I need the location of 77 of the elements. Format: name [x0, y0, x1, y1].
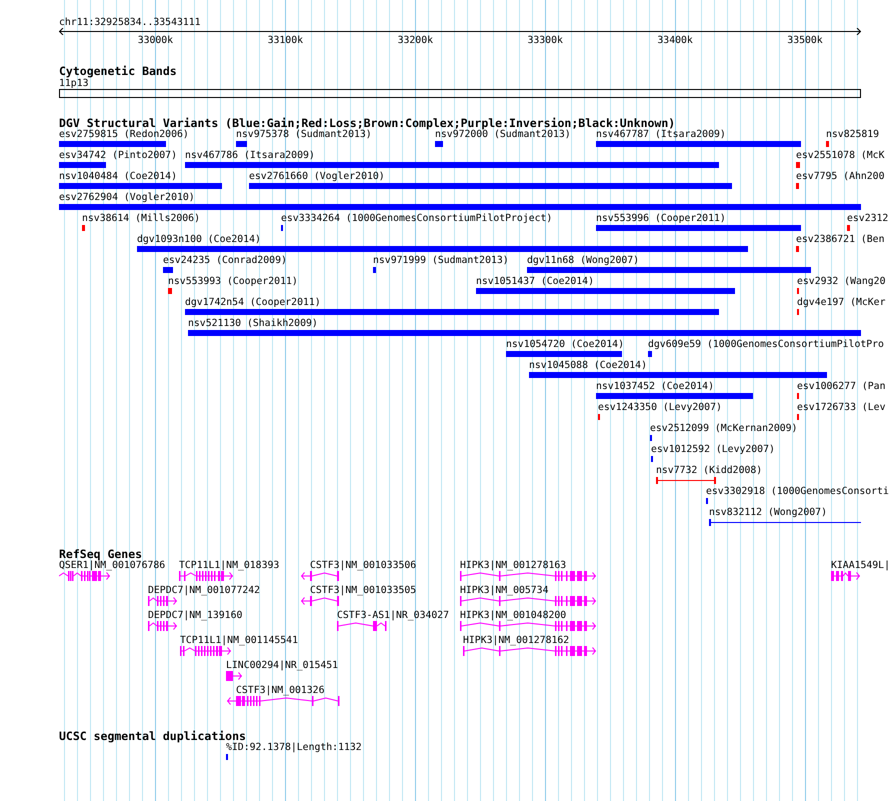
feature-label: esv3334264 (1000GenomesConsortiumPilotProject) — [281, 214, 552, 224]
gene-label: CSTF3|NM_001033506 — [310, 561, 416, 571]
ruler-tick-label: 33500k — [787, 35, 823, 46]
feature-label: dgv11n68 (Wong2007) — [527, 256, 640, 266]
gene-model-drawing — [148, 621, 177, 631]
band-label: 11p13 — [59, 79, 88, 89]
track-title: RefSeq Genes — [59, 548, 142, 560]
feature-label: nsv972000 (Sudmant2013) — [435, 130, 571, 140]
feature-label: nsv521130 (Shaikh2009) — [188, 319, 318, 329]
feature-label: nsv825819 — [826, 130, 880, 140]
feature-label: esv2386721 (Ben — [796, 235, 884, 245]
feature-label: nsv553993 (Cooper2011) — [168, 277, 298, 287]
feature-label: nsv832112 (Wong2007) — [709, 508, 827, 518]
feature-label: esv2312 — [847, 214, 888, 224]
feature-label: esv34742 (Pinto2007) — [59, 151, 177, 161]
feature-label: esv1243350 (Levy2007) — [598, 403, 722, 413]
gene-label: KIAA1549L| — [831, 561, 890, 571]
ruler-tick-label: 33000k — [138, 35, 174, 46]
feature-label: esv24235 (Conrad2009) — [163, 256, 287, 266]
gene-label: DEPDC7|NM_001077242 — [148, 586, 260, 596]
feature-label: nsv1051437 (Coe2014) — [476, 277, 594, 287]
gene-label: TCP11L1|NM_001145541 — [180, 636, 298, 646]
gene-model-drawing — [226, 671, 242, 681]
gene-label: HIPK3|NM_001048200 — [460, 611, 566, 621]
feature-label: nsv971999 (Sudmant2013) — [373, 256, 509, 266]
gene-label: LINC00294|NR_015451 — [226, 661, 338, 671]
gene-model-drawing — [301, 571, 339, 581]
ruler-tick-label: 33200k — [398, 35, 433, 46]
gene-model-drawing — [148, 596, 177, 606]
gene-label: CSTF3|NM_001033505 — [310, 586, 416, 596]
feature-label: esv2761660 (Vogler2010) — [249, 172, 385, 182]
ruler-tick-label: 33400k — [657, 35, 693, 46]
gene-label: CSTF3-AS1|NR_034027 — [337, 611, 450, 621]
track-title: DGV Structural Variants (Blue:Gain;Red:Loss;Brown:Complex;Purple:Inversion;Black:Unknown) — [59, 116, 676, 128]
feature-label: nsv1054720 (Coe2014) — [506, 340, 624, 350]
gene-label: DEPDC7|NM_139160 — [148, 611, 242, 621]
feature-label: nsv553996 (Cooper2011) — [596, 214, 726, 224]
feature-label: dgv4e197 (McKer — [797, 298, 886, 308]
gene-model-drawing — [337, 621, 386, 631]
ruler-tick-label: 33100k — [268, 35, 303, 46]
feature-label: esv2762904 (Vogler2010) — [59, 193, 195, 203]
feature-label: nsv975378 (Sudmant2013) — [236, 130, 372, 140]
gene-model-drawing — [180, 646, 231, 656]
feature-label: nsv38614 (Mills2006) — [82, 214, 200, 224]
feature-label: nsv467786 (Itsara2009) — [185, 151, 315, 161]
feature-label: nsv7732 (Kidd2008) — [656, 466, 762, 476]
gene-model-drawing — [179, 571, 233, 581]
feature-label: dgv609e59 (1000GenomesConsortiumPilotPro — [648, 340, 884, 350]
feature-label: esv1012592 (Levy2007) — [651, 445, 775, 455]
gene-model-drawing — [301, 596, 339, 606]
gene-model-drawing — [59, 571, 110, 581]
feature-label: nsv1040484 (Coe2014) — [59, 172, 177, 182]
gene-label: HIPK3|NM_001278162 — [463, 636, 570, 646]
feature-label: dgv1093n100 (Coe2014) — [137, 235, 261, 245]
feature-label: nsv1045088 (Coe2014) — [529, 361, 647, 371]
gene-label: CSTF3|NM_001326 — [236, 686, 324, 696]
feature-label: esv2932 (Wang20 — [797, 277, 886, 287]
feature-label: esv1006277 (Pan — [797, 382, 886, 392]
track-title: UCSC segmental duplications — [59, 730, 246, 742]
gene-label: HIPK3|NM_005734 — [460, 586, 548, 596]
gene-label: HIPK3|NM_001278163 — [460, 561, 566, 571]
feature-label: dgv1742n54 (Cooper2011) — [185, 298, 321, 308]
feature-label: esv2551078 (McK — [796, 151, 884, 161]
feature-label: esv1726733 (Lev — [797, 403, 886, 413]
feature-label: nsv1037452 (Coe2014) — [596, 382, 714, 392]
feature-label: esv3302918 (1000GenomesConsorti — [706, 487, 889, 497]
ruler-tick-label: 33300k — [528, 35, 563, 46]
gene-label: QSER1|NM_001076786 — [59, 561, 166, 571]
gene-label: TCP11L1|NM_018393 — [179, 561, 280, 571]
gene-model-drawing — [831, 571, 860, 581]
feature-label: esv7795 (Ahn200 — [796, 172, 884, 182]
feature-label: esv2759815 (Redon2006) — [59, 130, 189, 140]
feature-label: esv2512099 (McKernan2009) — [650, 424, 798, 434]
feature-label: nsv467787 (Itsara2009) — [596, 130, 726, 140]
region-label: chr11:32925834..33543111 — [59, 17, 201, 28]
feature-label: %ID:92.1378|Length:1132 — [226, 743, 362, 753]
track-title: Cytogenetic Bands — [59, 64, 177, 76]
